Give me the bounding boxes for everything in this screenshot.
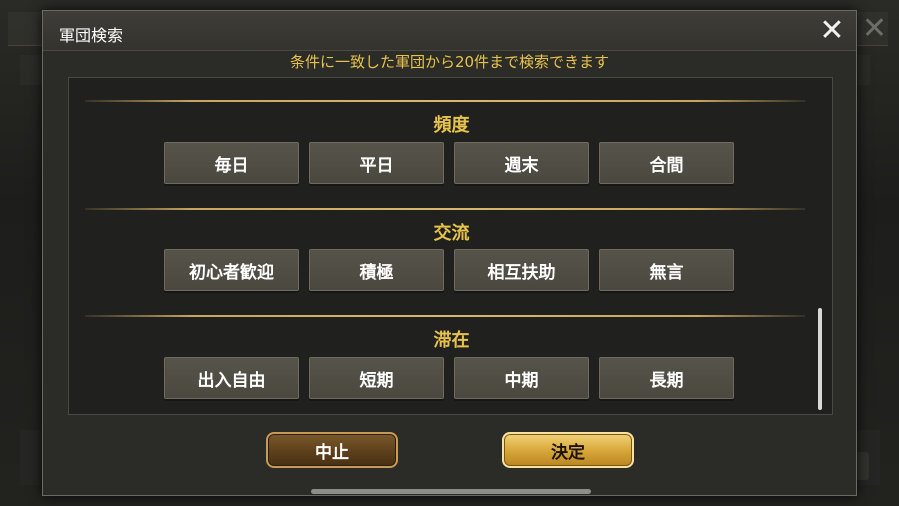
section-title-frequency: 頻度	[433, 115, 470, 136]
panel-scrollbar[interactable]	[818, 308, 822, 410]
option-weekends[interactable]: 週末	[454, 142, 589, 184]
section-title-stay: 滞在	[433, 330, 470, 351]
interaction-options: 初心者歓迎 積極 相互扶助 無言	[164, 249, 734, 291]
option-beginners-welcome[interactable]: 初心者歓迎	[164, 249, 299, 291]
section-divider	[85, 315, 805, 317]
option-daily[interactable]: 毎日	[164, 142, 299, 184]
section-divider	[85, 208, 805, 210]
filter-panel: 頻度 毎日 平日 週末 合間 交流 初心者歓迎 積極 相互扶助 無言 滞在 出入…	[68, 77, 833, 415]
dialog-title: 軍団検索	[59, 26, 124, 45]
dialog-subtitle: 条件に一致した軍団から20件まで検索できます	[289, 53, 610, 71]
close-icon[interactable]: ✕	[816, 15, 848, 47]
confirm-button[interactable]: 決定	[502, 432, 634, 468]
section-divider	[85, 100, 805, 102]
cancel-button[interactable]: 中止	[266, 432, 398, 468]
option-mid-term[interactable]: 中期	[454, 357, 589, 399]
frequency-options: 毎日 平日 週末 合間	[164, 142, 734, 184]
option-weekdays[interactable]: 平日	[309, 142, 444, 184]
stay-options: 出入自由 短期 中期 長期	[164, 357, 734, 399]
option-silent[interactable]: 無言	[599, 249, 734, 291]
section-title-interaction: 交流	[433, 223, 470, 244]
background-close-icon: ✕	[861, 11, 887, 46]
option-free-entry[interactable]: 出入自由	[164, 357, 299, 399]
option-mutual-aid[interactable]: 相互扶助	[454, 249, 589, 291]
option-active[interactable]: 積極	[309, 249, 444, 291]
dialog-header: 軍団検索 ✕	[43, 11, 856, 51]
legion-search-dialog: 軍団検索 ✕ 条件に一致した軍団から20件まで検索できます 頻度 毎日 平日 週…	[42, 10, 857, 496]
home-indicator	[311, 489, 591, 494]
option-short-term[interactable]: 短期	[309, 357, 444, 399]
option-long-term[interactable]: 長期	[599, 357, 734, 399]
option-spare-time[interactable]: 合間	[599, 142, 734, 184]
